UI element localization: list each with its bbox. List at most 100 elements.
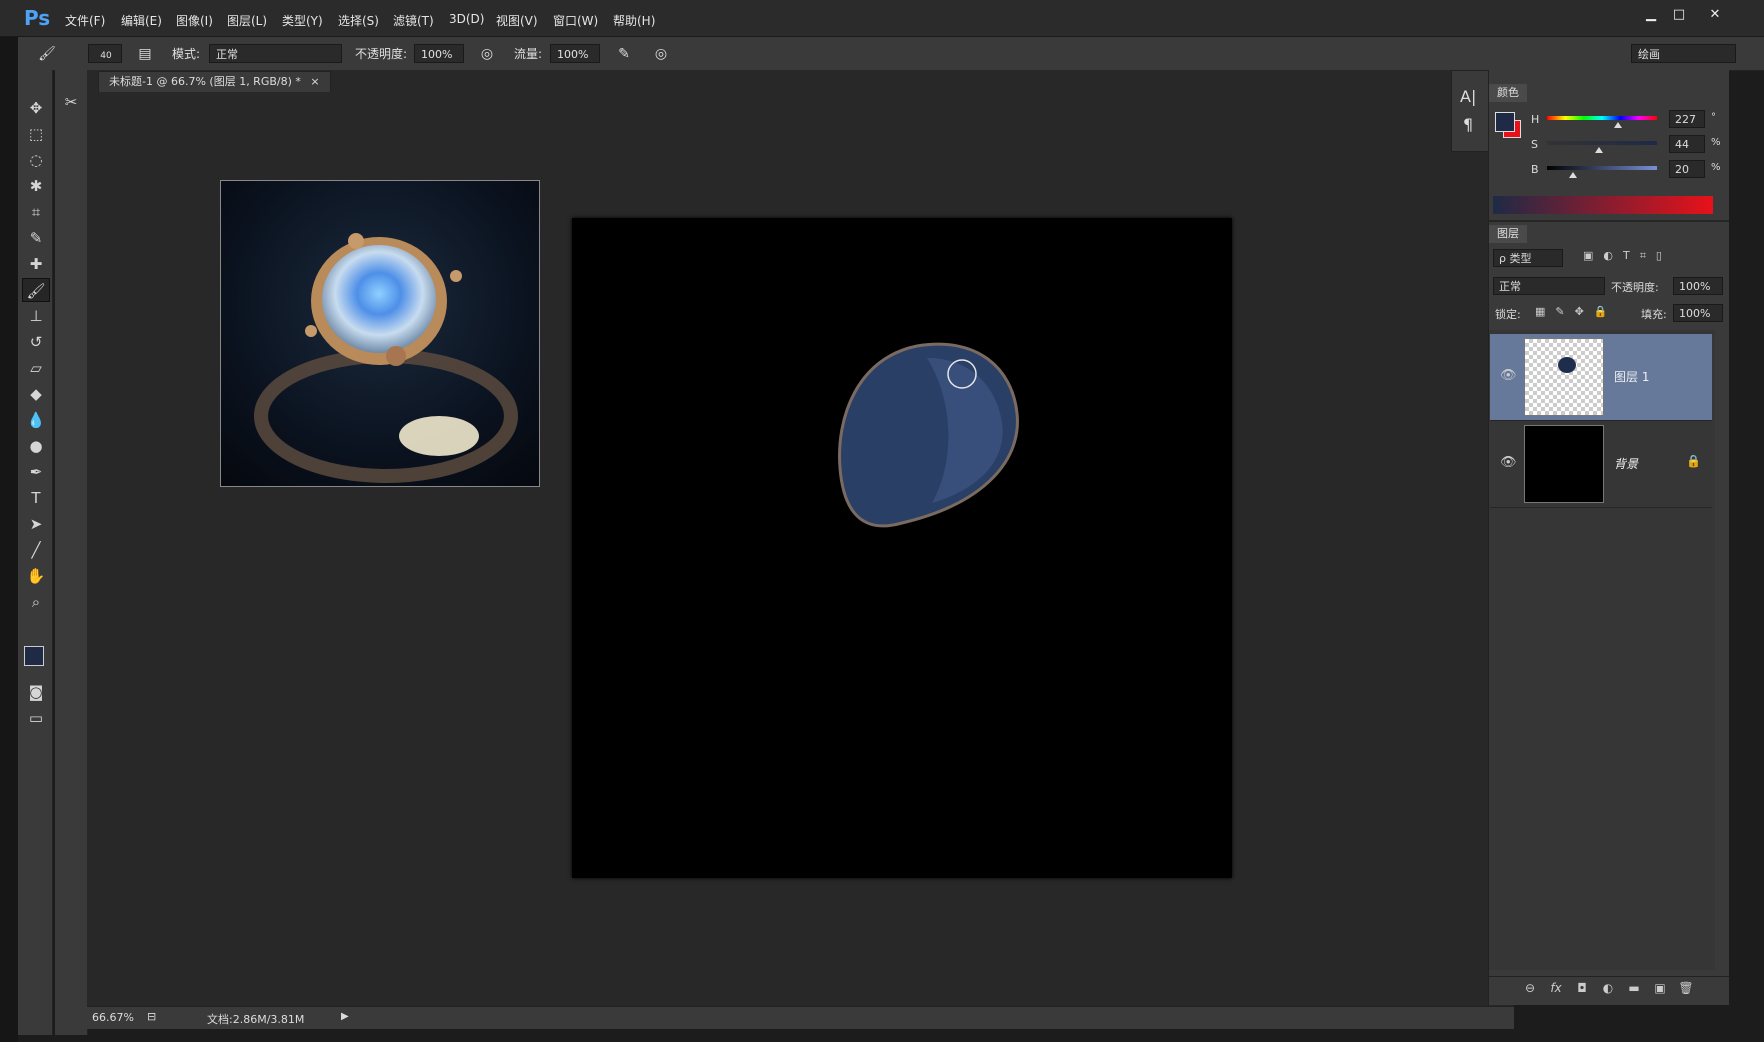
left-edge [0, 37, 18, 1042]
layer-opacity-label: 不透明度: [1611, 281, 1659, 294]
menu-filter[interactable]: 滤镜(T) [393, 12, 434, 29]
paint-bucket-icon[interactable]: ◆ [22, 382, 50, 406]
layer-name[interactable]: 图层 1 [1614, 368, 1649, 385]
crop-tool-icon[interactable]: ⌗ [22, 200, 50, 224]
pressure-size-icon[interactable]: ◎ [650, 43, 672, 65]
canvas[interactable] [572, 218, 1232, 878]
zoom-level[interactable]: 66.67% [92, 1011, 134, 1024]
magic-wand-icon[interactable]: ✱ [22, 174, 50, 198]
panel-divider [1489, 220, 1729, 222]
document-tab[interactable]: 未标题-1 @ 66.7% (图层 1, RGB/8) * × [98, 71, 331, 92]
saturation-slider[interactable] [1547, 141, 1657, 145]
saturation-slider-thumb[interactable] [1595, 147, 1603, 153]
saturation-input[interactable]: 44 [1669, 135, 1705, 153]
menu-view[interactable]: 视图(V) [496, 12, 538, 29]
color-panel-tab[interactable]: 颜色 [1489, 84, 1527, 102]
type-tool-icon[interactable]: T [22, 486, 50, 510]
brush-size-picker[interactable]: 40 [88, 44, 122, 63]
opacity-label: 不透明度: [355, 47, 408, 61]
move-tool-icon[interactable]: ✥ [22, 96, 50, 120]
fx-icon[interactable]: fx [1545, 977, 1567, 999]
layer-thumbnail [1524, 425, 1604, 503]
link-layers-icon[interactable]: ⊖ [1519, 977, 1541, 999]
brush-panel-icon[interactable]: ▤ [134, 43, 156, 65]
layers-panel-footer: ⊖ fx ◘ ◐ ▬ ▣ 🗑 [1489, 976, 1729, 1001]
close-tab-icon[interactable]: × [310, 75, 319, 88]
menu-layer[interactable]: 图层(L) [227, 12, 267, 29]
brush-preset-icon[interactable]: 🖌 [36, 43, 58, 65]
mode-select[interactable]: 正常 [209, 44, 342, 63]
adjustment-layer-icon[interactable]: ◐ [1597, 977, 1619, 999]
opacity-input[interactable]: 100% [414, 44, 464, 63]
airbrush-icon[interactable]: ✎ [613, 43, 635, 65]
layers-list: 👁 图层 1 👁 背景 🔒 [1489, 330, 1715, 970]
pressure-opacity-icon[interactable]: ◎ [476, 43, 498, 65]
menu-select[interactable]: 选择(S) [338, 12, 379, 29]
character-panel-icon[interactable]: A| [1460, 87, 1476, 106]
healing-brush-icon[interactable]: ✚ [22, 252, 50, 276]
clone-stamp-icon[interactable]: ⊥ [22, 304, 50, 328]
hue-unit: ° [1711, 112, 1716, 123]
foreground-swatch[interactable] [24, 646, 44, 666]
menu-file[interactable]: 文件(F) [65, 12, 105, 29]
fill-input[interactable]: 100% [1673, 304, 1723, 322]
status-menu-arrow-icon[interactable]: ▶ [341, 1011, 349, 1022]
workspace-select[interactable]: 绘画 [1631, 44, 1736, 63]
menu-help[interactable]: 帮助(H) [613, 12, 655, 29]
layer-filter-icons[interactable]: ▣◐T⌗▯ [1583, 249, 1672, 263]
status-icon: ⊟ [147, 1010, 157, 1023]
layer-opacity-input[interactable]: 100% [1673, 277, 1723, 295]
screen-mode-icon[interactable]: ▭ [22, 706, 50, 730]
flow-input[interactable]: 100% [550, 44, 600, 63]
eraser-icon[interactable]: ▱ [22, 356, 50, 380]
hue-label: H [1531, 113, 1540, 126]
hue-slider-thumb[interactable] [1614, 122, 1622, 128]
close-button[interactable]: ✕ [1700, 4, 1730, 26]
color-ramp[interactable] [1493, 196, 1713, 214]
menu-image[interactable]: 图像(I) [176, 12, 213, 29]
new-layer-icon[interactable]: ▣ [1649, 977, 1671, 999]
menu-window[interactable]: 窗口(W) [553, 12, 598, 29]
zoom-tool-icon[interactable]: ⌕ [22, 590, 50, 614]
eye-icon[interactable]: 👁 [1500, 455, 1517, 470]
hand-tool-icon[interactable]: ✋ [22, 564, 50, 588]
pen-tool-icon[interactable]: ✒ [22, 460, 50, 484]
menu-3d[interactable]: 3D(D) [449, 12, 484, 26]
color-foreground-swatch[interactable] [1495, 112, 1515, 132]
blur-tool-icon[interactable]: 💧 [22, 408, 50, 432]
history-brush-icon[interactable]: ↺ [22, 330, 50, 354]
line-tool-icon[interactable]: ╱ [22, 538, 50, 562]
layer-row[interactable]: 👁 背景 🔒 [1490, 421, 1712, 508]
minimize-button[interactable]: ▁ [1636, 4, 1666, 26]
lasso-tool-icon[interactable]: ◌ [22, 148, 50, 172]
hue-slider[interactable] [1547, 116, 1657, 120]
menu-type[interactable]: 类型(Y) [282, 12, 323, 29]
layers-panel-tab[interactable]: 图层 [1489, 225, 1527, 243]
eye-icon[interactable]: 👁 [1500, 368, 1517, 383]
marquee-tool-icon[interactable]: ⬚ [22, 122, 50, 146]
delete-layer-icon[interactable]: 🗑 [1675, 977, 1697, 999]
paragraph-panel-icon[interactable]: ¶ [1463, 115, 1473, 134]
dodge-tool-icon[interactable]: ● [22, 434, 50, 458]
tools-icon[interactable]: ✂ [57, 90, 85, 114]
lock-icons[interactable]: ▦✎✥🔒 [1535, 305, 1618, 318]
brightness-label: B [1531, 163, 1539, 176]
brightness-slider-thumb[interactable] [1569, 172, 1577, 178]
maximize-button[interactable]: □ [1664, 4, 1694, 26]
layer-filter-select[interactable]: ρ 类型 [1493, 249, 1563, 267]
brightness-input[interactable]: 20 [1669, 160, 1705, 178]
brightness-slider[interactable] [1547, 166, 1657, 170]
layer-name[interactable]: 背景 [1614, 455, 1638, 472]
new-group-icon[interactable]: ▬ [1623, 977, 1645, 999]
quick-mask-icon[interactable]: ◙ [22, 680, 50, 704]
hue-input[interactable]: 227 [1669, 110, 1705, 128]
layer-row[interactable]: 👁 图层 1 [1490, 334, 1712, 421]
path-selection-icon[interactable]: ➤ [22, 512, 50, 536]
blend-mode-select[interactable]: 正常 [1493, 277, 1605, 295]
menu-edit[interactable]: 编辑(E) [121, 12, 162, 29]
saturation-unit: % [1711, 137, 1721, 148]
ring-photo [254, 233, 518, 483]
brush-tool-icon[interactable]: 🖌 [22, 278, 50, 302]
eyedropper-icon[interactable]: ✎ [22, 226, 50, 250]
add-mask-icon[interactable]: ◘ [1571, 977, 1593, 999]
